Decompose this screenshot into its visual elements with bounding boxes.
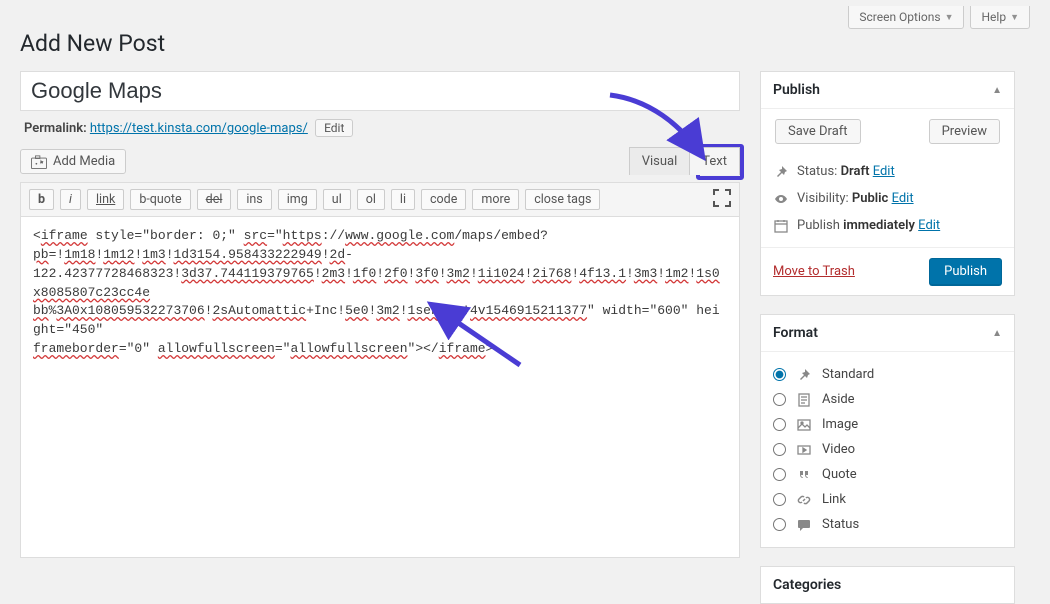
chevron-down-icon: ▼ xyxy=(945,12,954,23)
save-draft-button[interactable]: Save Draft xyxy=(775,119,861,144)
format-box-title: Format xyxy=(773,325,818,341)
schedule-value: immediately xyxy=(843,218,915,233)
format-label: Quote xyxy=(822,467,857,482)
qt-li[interactable]: li xyxy=(391,189,415,210)
format-option-video[interactable]: Video xyxy=(773,437,1002,462)
format-label: Standard xyxy=(822,367,874,382)
format-option-status[interactable]: Status xyxy=(773,512,1002,537)
format-radio-standard[interactable] xyxy=(773,368,786,381)
chevron-up-icon: ▲ xyxy=(992,328,1002,339)
fullscreen-icon[interactable] xyxy=(713,189,731,207)
document-icon xyxy=(796,393,812,407)
format-option-standard[interactable]: Standard xyxy=(773,362,1002,387)
publish-box-title: Publish xyxy=(773,82,820,98)
video-icon xyxy=(796,443,812,457)
preview-button[interactable]: Preview xyxy=(929,119,1000,144)
format-label: Link xyxy=(822,492,846,507)
help-tab[interactable]: Help ▼ xyxy=(970,6,1030,29)
move-to-trash-link[interactable]: Move to Trash xyxy=(773,264,855,279)
format-radio-link[interactable] xyxy=(773,493,786,506)
schedule-edit-link[interactable]: Edit xyxy=(918,218,940,233)
format-label: Video xyxy=(822,442,855,457)
format-label: Status xyxy=(822,517,859,532)
qt-img[interactable]: img xyxy=(278,189,317,210)
status-edit-link[interactable]: Edit xyxy=(873,164,895,179)
qt-link[interactable]: link xyxy=(87,189,124,210)
editor-tab-text[interactable]: Text xyxy=(690,147,740,175)
qt-code[interactable]: code xyxy=(421,189,466,210)
format-label: Image xyxy=(822,417,858,432)
visibility-value: Public xyxy=(852,191,888,206)
eye-icon xyxy=(773,192,789,206)
qt-bold[interactable]: b xyxy=(29,189,54,210)
permalink-label: Permalink: xyxy=(24,121,87,136)
help-label: Help xyxy=(981,10,1006,24)
categories-box-title: Categories xyxy=(773,577,841,593)
screen-options-label: Screen Options xyxy=(859,10,940,24)
permalink-edit-button[interactable]: Edit xyxy=(315,119,353,137)
page-title: Add New Post xyxy=(20,30,1030,57)
publish-box: Publish ▲ Save Draft Preview Status: Dra… xyxy=(760,71,1015,296)
chevron-down-icon: ▼ xyxy=(1010,12,1019,23)
quicktags-toolbar: b i link b-quote del ins img ul ol li co… xyxy=(21,183,739,217)
qt-del[interactable]: del xyxy=(197,189,232,210)
calendar-icon xyxy=(773,219,789,233)
qt-italic[interactable]: i xyxy=(60,189,81,210)
format-radio-status[interactable] xyxy=(773,518,786,531)
format-radio-aside[interactable] xyxy=(773,393,786,406)
quote-icon xyxy=(796,468,812,482)
screen-options-tab[interactable]: Screen Options ▼ xyxy=(848,6,964,29)
categories-box: Categories xyxy=(760,566,1015,604)
editor-container: b i link b-quote del ins img ul ol li co… xyxy=(20,182,740,558)
qt-blockquote[interactable]: b-quote xyxy=(130,189,190,210)
format-box: Format ▲ Standard Aside xyxy=(760,314,1015,548)
status-value: Draft xyxy=(841,164,870,179)
chevron-up-icon: ▲ xyxy=(992,85,1002,96)
media-icon xyxy=(31,155,47,169)
format-radio-image[interactable] xyxy=(773,418,786,431)
qt-ins[interactable]: ins xyxy=(237,189,271,210)
format-box-header[interactable]: Format ▲ xyxy=(761,315,1014,352)
format-option-aside[interactable]: Aside xyxy=(773,387,1002,412)
format-label: Aside xyxy=(822,392,855,407)
format-option-quote[interactable]: Quote xyxy=(773,462,1002,487)
pin-icon xyxy=(773,165,789,179)
permalink-url[interactable]: https://test.kinsta.com/google-maps/ xyxy=(90,121,308,136)
publish-box-header[interactable]: Publish ▲ xyxy=(761,72,1014,109)
link-icon xyxy=(796,493,812,507)
schedule-label: Publish xyxy=(797,218,840,233)
qt-ul[interactable]: ul xyxy=(323,189,351,210)
post-title-input[interactable] xyxy=(20,71,740,111)
qt-more[interactable]: more xyxy=(472,189,519,210)
chat-icon xyxy=(796,518,812,532)
format-option-link[interactable]: Link xyxy=(773,487,1002,512)
qt-close-tags[interactable]: close tags xyxy=(525,189,600,210)
status-label: Status: xyxy=(797,164,837,179)
publish-button[interactable]: Publish xyxy=(929,258,1002,285)
add-media-button[interactable]: Add Media xyxy=(20,149,126,174)
format-option-image[interactable]: Image xyxy=(773,412,1002,437)
image-icon xyxy=(796,418,812,432)
format-radio-video[interactable] xyxy=(773,443,786,456)
format-radio-quote[interactable] xyxy=(773,468,786,481)
content-textarea[interactable]: <iframe style="border: 0;" src="https://… xyxy=(21,217,739,557)
categories-box-header[interactable]: Categories xyxy=(761,567,1014,603)
add-media-label: Add Media xyxy=(53,154,115,169)
visibility-edit-link[interactable]: Edit xyxy=(892,191,914,206)
editor-tab-visual[interactable]: Visual xyxy=(629,147,691,175)
qt-ol[interactable]: ol xyxy=(357,189,385,210)
visibility-label: Visibility: xyxy=(797,191,849,206)
pin-icon xyxy=(796,368,812,382)
